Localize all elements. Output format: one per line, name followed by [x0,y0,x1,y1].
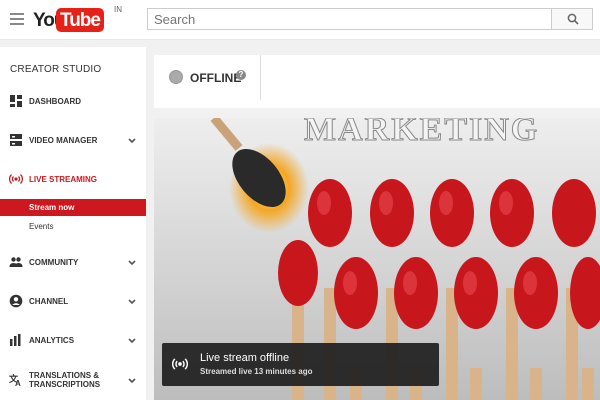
sidebar-item-translations[interactable]: 文 A TRANSLATIONS & TRANSCRIPTIONS [0,367,146,395]
chevron-down-icon[interactable] [127,297,137,307]
sidebar-item-analytics[interactable]: ANALYTICS [0,331,146,351]
search-icon [567,13,579,25]
sidebar-item-label: CHANNEL [29,297,69,306]
divider [260,55,261,100]
stream-offline-banner: Live stream offline Streamed live 13 min… [162,343,439,386]
subitem-label: Stream now [29,203,75,212]
menu-icon[interactable] [10,13,24,25]
chevron-down-icon[interactable] [127,336,137,346]
sidebar-item-dashboard[interactable]: DASHBOARD [0,92,146,112]
stream-status-card: OFFLINE ? [154,55,600,108]
sidebar-item-label: LIVE STREAMING [29,175,98,184]
search-button[interactable] [551,8,593,30]
live-broadcast-icon [172,358,188,370]
translate-icon: 文 A [9,373,21,387]
help-icon[interactable]: ? [236,70,246,80]
svg-text:A: A [15,379,21,387]
dashboard-icon [10,95,22,107]
sidebar-item-label-line2: TRANSCRIPTIONS [29,380,101,389]
status-indicator [169,70,183,84]
sidebar-item-label: VIDEO MANAGER [29,136,98,145]
sidebar-item-video-manager[interactable]: VIDEO MANAGER [0,131,146,151]
community-icon [9,257,23,267]
subitem-events[interactable]: Events [0,218,146,235]
chevron-down-icon[interactable] [127,258,137,268]
channel-icon [9,294,23,308]
sidebar-item-label: COMMUNITY [29,258,79,267]
subitem-stream-now[interactable]: Stream now [0,199,146,216]
sidebar-item-live-streaming[interactable]: LIVE STREAMING [0,170,146,190]
search-input[interactable] [147,8,552,30]
chevron-down-icon[interactable] [127,376,137,386]
sidebar-item-channel[interactable]: CHANNEL [0,292,146,312]
stream-preview[interactable]: MARKETING Live stream offline Streamed l… [154,118,600,400]
stream-status: OFFLINE [190,71,242,85]
svg-text:MARKETING: MARKETING [304,118,539,148]
sidebar-item-label: DASHBOARD [29,97,81,106]
video-manager-icon [10,134,22,146]
banner-title: Live stream offline [200,352,290,364]
sidebar: CREATOR STUDIO DASHBOARD VIDEO MANAGER L… [0,47,146,400]
live-broadcast-icon [9,174,23,184]
sidebar-title: CREATOR STUDIO [10,64,102,75]
analytics-icon [10,334,21,346]
subitem-label: Events [29,222,54,231]
region-label: IN [114,5,122,14]
chevron-down-icon[interactable] [127,136,137,146]
banner-subtitle: Streamed live 13 minutes ago [200,367,313,376]
sidebar-item-community[interactable]: COMMUNITY [0,253,146,273]
top-bar: You Tube IN [0,0,600,40]
sidebar-item-label: ANALYTICS [29,336,75,345]
